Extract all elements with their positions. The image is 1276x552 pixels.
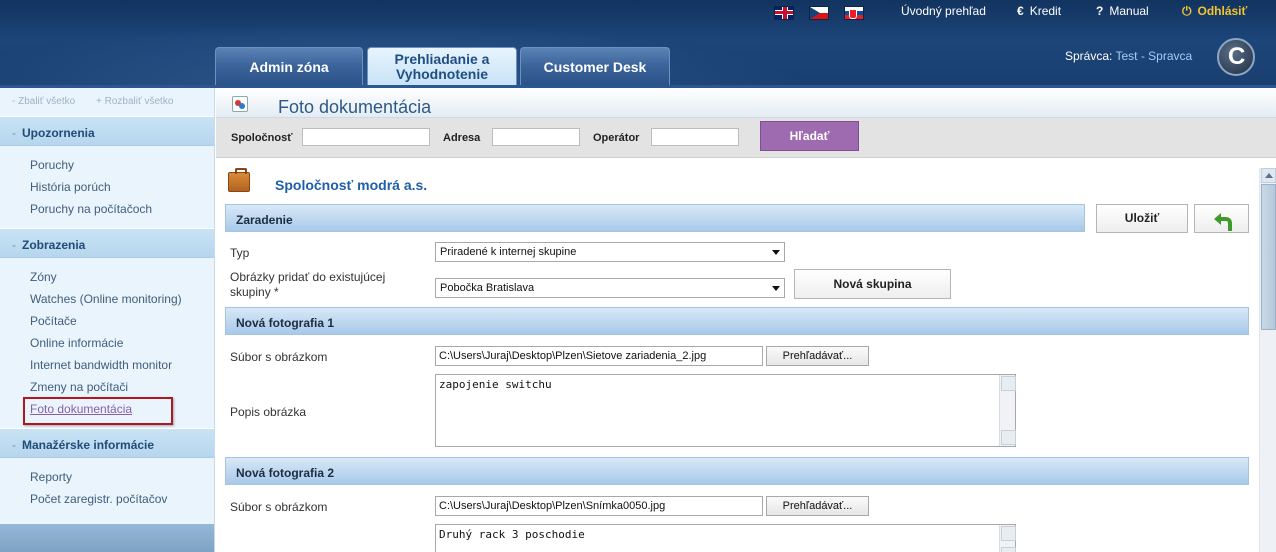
description-text: zapojenie switchu — [439, 378, 552, 391]
main-content: Foto dokumentácia Spoločnosť Adresa Oper… — [216, 88, 1276, 552]
textarea-scrollbar[interactable] — [999, 375, 1016, 446]
power-icon: ⏻ — [1182, 4, 1192, 18]
page-title-bar: Foto dokumentácia — [216, 88, 1276, 118]
collapse-dash-icon: - — [12, 438, 16, 452]
section-title: Upozornenia — [22, 126, 95, 140]
section-title: Manažérske informácie — [22, 438, 155, 452]
description-textarea[interactable]: zapojenie switchu — [435, 374, 1016, 447]
file-path-input[interactable]: C:\Users\Juraj\Desktop\Plzen\Snímka0050.… — [435, 496, 763, 516]
sidebar-item-zones[interactable]: Zóny — [30, 266, 214, 288]
tab-customer-desk[interactable]: Customer Desk — [520, 47, 670, 85]
type-label: Typ — [230, 246, 250, 260]
search-button[interactable]: Hľadať — [760, 121, 859, 151]
tab-browse-evaluate[interactable]: Prehliadanie a Vyhodnotenie — [367, 47, 517, 85]
expand-all-link[interactable]: + Rozbaliť všetko — [96, 96, 173, 107]
admin-info: Správca: Test - Spravca — [1065, 49, 1192, 63]
company-filter-label: Spoločnosť — [231, 132, 293, 144]
sidebar-toggle-bar: - Zbaliť všetko + Rozbaliť všetko — [0, 88, 214, 116]
content-scroll-area[interactable]: Spoločnosť modrá a.s. Zaradenie Uložiť T… — [216, 168, 1276, 552]
sidebar-list-views: Zóny Watches (Online monitoring) Počítač… — [0, 258, 214, 428]
back-button[interactable] — [1194, 204, 1249, 233]
filter-bar: Spoločnosť Adresa Operátor Hľadať — [216, 118, 1276, 158]
content-scrollbar[interactable] — [1259, 168, 1276, 552]
top-bar: Úvodný prehľad € Kredit ? Manual ⏻ Odhlásiť — [0, 0, 1276, 24]
flag-sk-icon[interactable] — [844, 6, 864, 20]
sidebar-item-bandwidth-monitor[interactable]: Internet bandwidth monitor — [30, 354, 214, 376]
logout-link[interactable]: ⏻ Odhlásiť — [1182, 4, 1247, 19]
sidebar-footer — [0, 524, 214, 552]
address-filter-input[interactable] — [492, 128, 580, 146]
description-text: Druhý rack 3 poschodie — [439, 528, 585, 541]
sidebar-list-alerts: Poruchy História porúch Poruchy na počít… — [0, 146, 214, 228]
new-group-button[interactable]: Nová skupina — [794, 269, 951, 299]
credit-label: Kredit — [1029, 4, 1062, 18]
operator-filter-label: Operátor — [593, 132, 640, 144]
new-photo-1-header: Nová fotografia 1 — [225, 307, 1249, 335]
browse-button[interactable]: Prehľadávať... — [766, 496, 869, 516]
briefcase-icon — [228, 168, 250, 192]
manual-link[interactable]: ? Manual — [1096, 4, 1149, 18]
flag-uk-icon[interactable] — [774, 6, 794, 20]
operator-filter-input[interactable] — [651, 128, 739, 146]
admin-prefix: Správca: — [1065, 49, 1113, 63]
manual-label: Manual — [1109, 4, 1149, 18]
sidebar-list-management: Reporty Počet zaregistr. počítačov — [0, 458, 214, 518]
new-photo-2-header: Nová fotografia 2 — [225, 457, 1249, 485]
textarea-scrollbar[interactable] — [999, 525, 1016, 552]
sidebar-item-computer-changes[interactable]: Zmeny na počítači — [30, 376, 214, 398]
sidebar-section-management[interactable]: - Manažérske informácie — [0, 428, 214, 458]
credit-link[interactable]: € Kredit — [1017, 4, 1061, 18]
sidebar-section-alerts[interactable]: - Upozornenia — [0, 116, 214, 146]
save-button[interactable]: Uložiť — [1096, 204, 1188, 233]
flag-cz-icon[interactable] — [809, 6, 829, 20]
sidebar-item-computers[interactable]: Počítače — [30, 310, 214, 332]
group-label: Obrázky pridať do existujúcej skupiny * — [230, 270, 386, 299]
description-label: Popis obrázka — [230, 405, 307, 419]
address-filter-label: Adresa — [443, 132, 481, 144]
type-select[interactable]: Priradené k internej skupine — [435, 242, 785, 262]
overview-link[interactable]: Úvodný prehľad — [901, 4, 986, 18]
section-classification-header: Zaradenie — [225, 204, 1085, 232]
app-logo-icon: C — [1217, 38, 1255, 76]
collapse-all-link[interactable]: - Zbaliť všetko — [12, 96, 75, 107]
logout-label: Odhlásiť — [1197, 4, 1248, 18]
company-filter-input[interactable] — [302, 128, 430, 146]
file-label: Súbor s obrázkom — [230, 350, 328, 364]
sidebar-item-reports[interactable]: Reporty — [30, 466, 214, 488]
company-name: Spoločnosť modrá a.s. — [275, 177, 428, 193]
collapse-dash-icon: - — [12, 238, 16, 252]
sidebar-item-computer-faults[interactable]: Poruchy na počítačoch — [30, 198, 214, 220]
app-header: Úvodný prehľad € Kredit ? Manual ⏻ Odhlásiť… — [0, 0, 1276, 88]
file-label: Súbor s obrázkom — [230, 500, 328, 514]
scroll-up-icon[interactable] — [1261, 168, 1276, 183]
sidebar-item-fault-history[interactable]: História porúch — [30, 176, 214, 198]
scroll-thumb[interactable] — [1261, 184, 1276, 330]
admin-name[interactable]: Test - Spravca — [1115, 49, 1192, 63]
sidebar-item-watches[interactable]: Watches (Online monitoring) — [30, 288, 214, 310]
sidebar-item-registered-computers[interactable]: Počet zaregistr. počítačov — [30, 488, 214, 510]
tab-admin-zone[interactable]: Admin zóna — [215, 47, 363, 85]
section-title: Zobrazenia — [22, 238, 86, 252]
company-header: Spoločnosť modrá a.s. — [216, 168, 1256, 200]
page-title: Foto dokumentácia — [278, 97, 432, 117]
sidebar: - Zbaliť všetko + Rozbaliť všetko - Upozo… — [0, 88, 215, 552]
sidebar-item-photo-documentation[interactable]: Foto dokumentácia — [23, 397, 214, 425]
collapse-dash-icon: - — [12, 126, 16, 140]
sidebar-item-online-info[interactable]: Online informácie — [30, 332, 214, 354]
photo-icon — [232, 96, 248, 112]
sidebar-item-faults[interactable]: Poruchy — [30, 154, 214, 176]
help-icon: ? — [1096, 4, 1104, 18]
sidebar-section-views[interactable]: - Zobrazenia — [0, 228, 214, 258]
group-select[interactable]: Pobočka Bratislava — [435, 278, 785, 298]
file-path-input[interactable]: C:\Users\Juraj\Desktop\Plzen\Sietove zar… — [435, 346, 763, 366]
description-textarea[interactable]: Druhý rack 3 poschodie — [435, 524, 1016, 552]
logo-letter: C — [1228, 43, 1246, 70]
euro-icon: € — [1017, 4, 1024, 18]
browse-button[interactable]: Prehľadávať... — [766, 346, 869, 366]
back-arrow-icon — [1214, 212, 1232, 231]
